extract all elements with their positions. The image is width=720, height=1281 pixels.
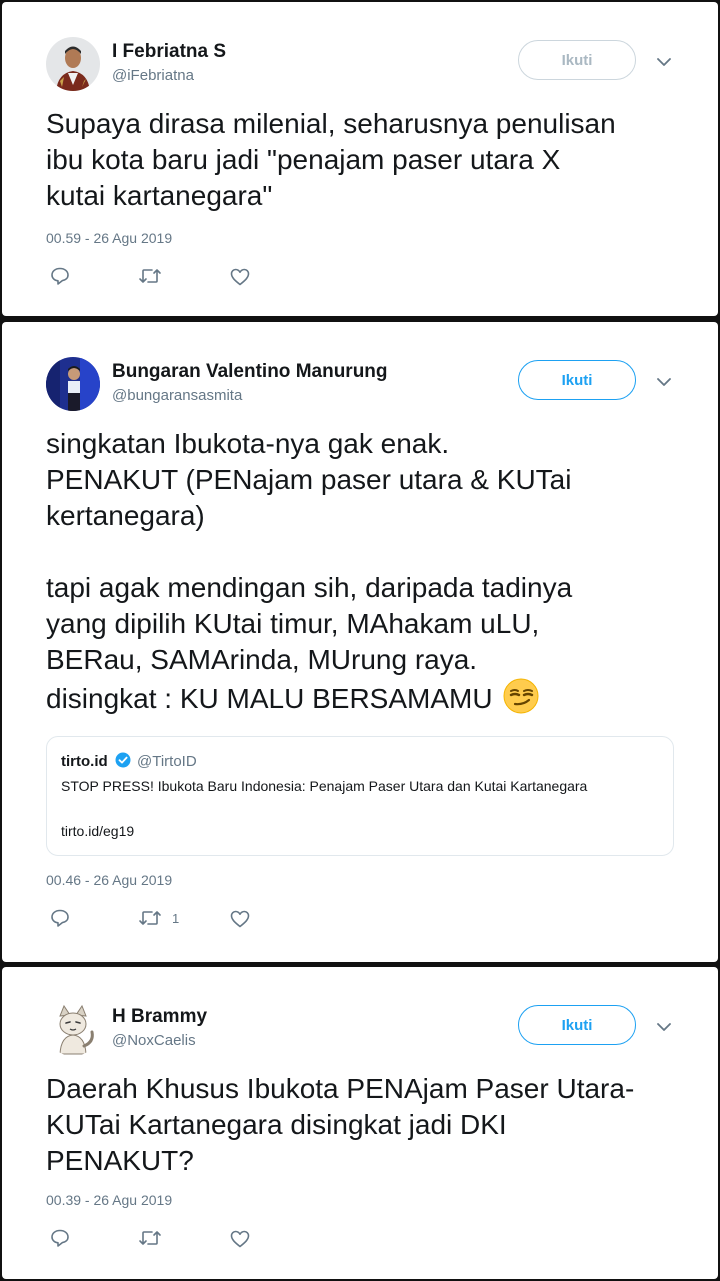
retweet-action[interactable]	[138, 268, 172, 284]
author-handle[interactable]: @iFebriatna	[112, 67, 194, 84]
tweet-text-line: disingkat : KU MALU BERSAMAMU	[46, 678, 686, 717]
tweet-text-line: Supaya dirasa milenial, seharusnya penul…	[46, 108, 616, 139]
reply-icon	[51, 267, 69, 285]
tweet-text: Supaya dirasa milenial, seharusnya penul…	[46, 106, 686, 214]
retweet-action[interactable]	[138, 1230, 172, 1246]
tweet-text-line: kutai kartanegara"	[46, 180, 273, 211]
quoted-author-handle: @TirtoID	[137, 753, 197, 770]
tweet-timestamp[interactable]: 00.39 - 26 Agu 2019	[46, 1192, 172, 1208]
reply-icon	[51, 909, 69, 927]
smirking-face-emoji	[503, 678, 539, 714]
reply-icon	[51, 1229, 69, 1247]
author-handle[interactable]: @bungaransasmita	[112, 387, 242, 404]
retweet-count: 1	[172, 910, 180, 926]
quoted-text: STOP PRESS! Ibukota Baru Indonesia: Pena…	[61, 778, 588, 794]
quoted-tweet[interactable]: tirto.id @TirtoID STOP PRESS! Ibukota Ba…	[46, 736, 674, 856]
author-name[interactable]: H Brammy	[112, 1006, 207, 1028]
retweet-icon	[139, 269, 161, 283]
chevron-down-icon[interactable]	[654, 1017, 674, 1037]
like-icon	[230, 1230, 250, 1248]
tweet-timestamp[interactable]: 00.59 - 26 Agu 2019	[46, 230, 172, 246]
chevron-down-icon[interactable]	[654, 52, 674, 72]
tweet-text-line: kertanegara)	[46, 500, 205, 531]
quoted-link[interactable]: tirto.id/eg19	[61, 823, 134, 839]
paragraph-break	[46, 534, 686, 570]
tweet-text-line: PENAKUT (PENajam paser utara & KUTai	[46, 464, 572, 495]
follow-button[interactable]: Ikuti	[518, 1005, 636, 1045]
tweet-text-line: BERau, SAMArinda, MUrung raya.	[46, 644, 478, 675]
author-name[interactable]: I Febriatna S	[112, 41, 226, 63]
tweet-text-line: yang dipilih KUtai timur, MAhakam uLU,	[46, 608, 540, 639]
chevron-down-icon[interactable]	[654, 372, 674, 392]
like-action[interactable]	[230, 910, 250, 928]
tweet-text-line: tapi agak mendingan sih, daripada tadiny…	[46, 572, 573, 603]
tweet-timestamp[interactable]: 00.46 - 26 Agu 2019	[46, 872, 172, 888]
tweet-text-line: Daerah Khusus Ibukota PENAjam Paser Utar…	[46, 1073, 635, 1104]
author-handle[interactable]: @NoxCaelis	[112, 1032, 196, 1049]
like-action[interactable]	[230, 1230, 250, 1248]
reply-action[interactable]	[50, 267, 70, 285]
verified-badge-icon	[115, 752, 131, 768]
like-icon	[230, 268, 250, 286]
tweet-text-line: KUTai Kartanegara disingkat jadi DKI	[46, 1109, 507, 1140]
retweet-action[interactable]: 1	[138, 910, 179, 926]
retweet-icon	[139, 1231, 161, 1245]
author-name[interactable]: Bungaran Valentino Manurung	[112, 361, 388, 383]
avatar[interactable]	[46, 37, 100, 91]
retweet-icon	[139, 911, 161, 925]
like-icon	[230, 910, 250, 928]
follow-button[interactable]: Ikuti	[518, 40, 636, 80]
tweet-text-segment: disingkat : KU MALU BERSAMAMU	[46, 683, 493, 714]
tweet-text-line: ibu kota baru jadi "penajam paser utara …	[46, 144, 561, 175]
tweet-text-line: PENAKUT?	[46, 1145, 194, 1176]
tweet-text: singkatan Ibukota-nya gak enak. PENAKUT …	[46, 426, 686, 717]
reply-action[interactable]	[50, 1229, 70, 1247]
tweet-card: I Febriatna S @iFebriatna Ikuti Supaya d…	[2, 2, 718, 316]
quoted-author-name: tirto.id	[61, 753, 108, 770]
reply-action[interactable]	[50, 909, 70, 927]
tweet-text: Daerah Khusus Ibukota PENAjam Paser Utar…	[46, 1071, 686, 1179]
like-action[interactable]	[230, 268, 250, 286]
avatar[interactable]	[46, 357, 100, 411]
follow-button[interactable]: Ikuti	[518, 360, 636, 400]
avatar[interactable]	[46, 1002, 100, 1056]
tweet-card: Bungaran Valentino Manurung @bungaransas…	[2, 322, 718, 962]
tweet-text-line: singkatan Ibukota-nya gak enak.	[46, 428, 450, 459]
tweet-card: H Brammy @NoxCaelis Ikuti Daerah Khusus …	[2, 967, 718, 1279]
